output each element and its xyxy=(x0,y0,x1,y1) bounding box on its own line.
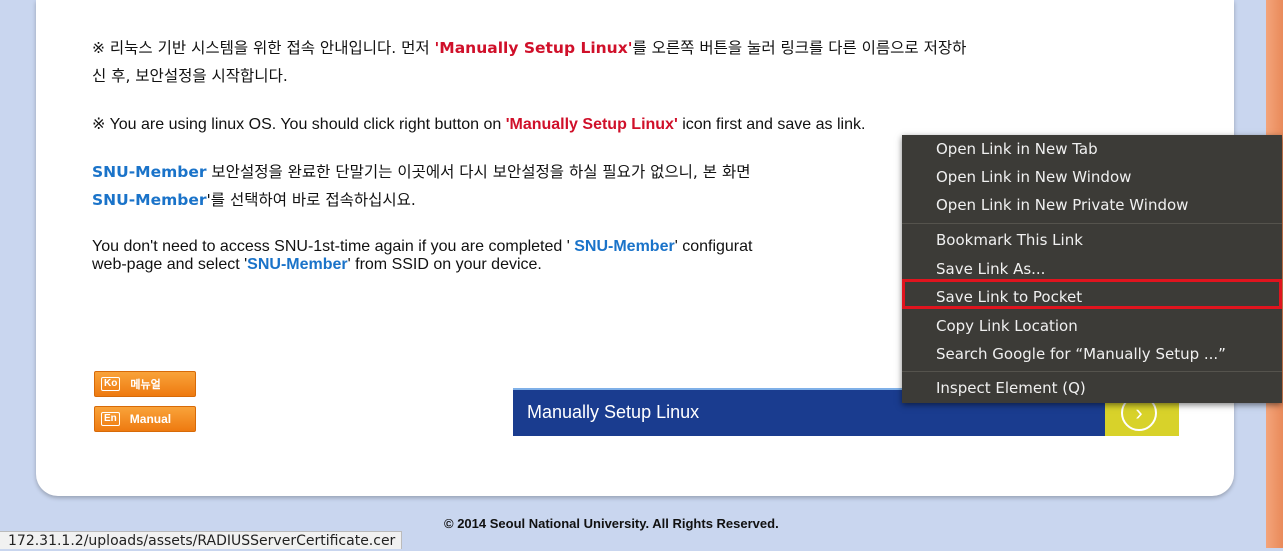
notice-text: web-page and select ' xyxy=(92,256,248,273)
status-bar-url: 172.31.1.2/uploads/assets/RADIUSServerCe… xyxy=(0,531,403,549)
menu-open-private-window[interactable]: Open Link in New Private Window xyxy=(936,192,1188,218)
menu-separator xyxy=(902,223,1282,224)
manual-en-label: Manual xyxy=(129,412,172,426)
notice-text: ※ 리눅스 기반 시스템을 위한 접속 안내입니다. 먼저 xyxy=(92,39,435,57)
menu-copy-link-location[interactable]: Copy Link Location xyxy=(936,313,1078,339)
setup-linux-label: Manually Setup Linux xyxy=(527,402,700,422)
ssid-name: SNU-Member xyxy=(92,163,207,181)
copyright-footer: © 2014 Seoul National University. All Ri… xyxy=(444,516,779,531)
menu-separator xyxy=(902,371,1282,372)
context-menu: Open Link in New Tab Open Link in New Wi… xyxy=(902,135,1282,403)
notice-text: You don't need to access SNU-1st-time ag… xyxy=(92,238,575,255)
emphasis-link-name: 'Manually Setup Linux' xyxy=(434,39,633,57)
menu-open-new-tab[interactable]: Open Link in New Tab xyxy=(936,136,1098,162)
manual-kr-button[interactable]: Ko 메뉴얼 xyxy=(94,371,196,397)
notice-text: '를 선택하여 바로 접속하십시요. xyxy=(206,191,416,209)
ko-badge: Ko xyxy=(101,377,121,391)
notice-text: ※ You are using linux OS. You should cli… xyxy=(92,116,506,133)
emphasis-link-name: 'Manually Setup Linux' xyxy=(505,116,678,133)
notice-text: 를 오른쪽 버튼을 눌러 링크를 다른 이름으로 저장하 xyxy=(632,39,967,57)
manual-en-button[interactable]: En Manual xyxy=(94,406,196,432)
notice-text: ' configurat xyxy=(674,238,753,255)
menu-open-new-window[interactable]: Open Link in New Window xyxy=(936,164,1131,190)
ssid-name: SNU-Member xyxy=(574,238,675,255)
manual-kr-label: 메뉴얼 xyxy=(130,378,161,391)
menu-inspect-element[interactable]: Inspect Element (Q) xyxy=(936,375,1086,401)
notice-text: icon first and save as link. xyxy=(677,116,866,133)
ssid-name: SNU-Member xyxy=(247,256,348,273)
highlight-box xyxy=(902,279,1282,309)
notice-text: 보안설정을 완료한 단말기는 이곳에서 다시 보안설정을 하실 필요가 없으니,… xyxy=(206,163,751,181)
notice-text: 신 후, 보안설정을 시작합니다. xyxy=(92,67,288,85)
ssid-name: SNU-Member xyxy=(92,191,207,209)
notice-kr-1: ※ 리눅스 기반 시스템을 위한 접속 안내입니다. 먼저 'Manually … xyxy=(92,34,1182,90)
menu-bookmark-link[interactable]: Bookmark This Link xyxy=(936,227,1083,253)
menu-search-google[interactable]: Search Google for “Manually Setup ...” xyxy=(936,341,1226,367)
en-badge: En xyxy=(101,412,120,426)
notice-text: ' from SSID on your device. xyxy=(347,256,542,273)
